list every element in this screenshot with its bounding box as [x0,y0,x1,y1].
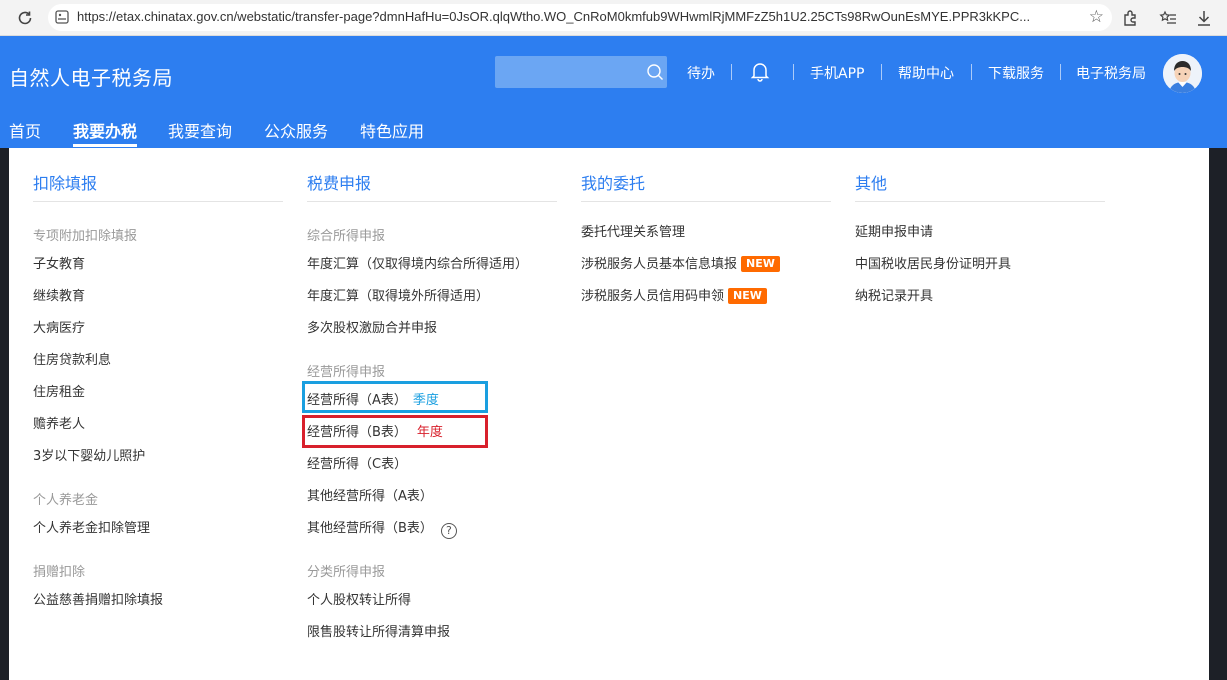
section-title: 分类所得申报 [307,565,386,580]
menu-item-pension-deduction[interactable]: 个人养老金扣除管理 [33,520,150,538]
nav-tax-handling[interactable]: 我要办税 [73,118,137,142]
menu-item-label: 其他经营所得（B表） [307,521,433,536]
site-title[interactable]: 自然人电子税务局 [9,62,173,91]
menu-item-child-education[interactable]: 子女教育 [33,256,85,274]
menu-item-business-income-c[interactable]: 经营所得（C表） [307,456,407,474]
divider [971,64,972,80]
divider [1060,64,1061,80]
menu-item-equity-transfer[interactable]: 个人股权转让所得 [307,592,411,610]
menu-item-housing-rent[interactable]: 住房租金 [33,384,85,402]
divider [855,201,1105,202]
download-service-link[interactable]: 下载服务 [988,63,1044,83]
menu-item-label: 涉税服务人员信用码申领 [581,289,725,304]
menu-item-tax-residency-cert[interactable]: 中国税收居民身份证明开具 [855,256,1011,274]
search-icon[interactable] [646,63,664,81]
help-center-link[interactable]: 帮助中心 [898,63,954,83]
menu-item-mortgage-interest[interactable]: 住房贷款利息 [33,352,111,370]
section-title: 捐赠扣除 [33,565,86,580]
user-avatar[interactable] [1163,54,1202,93]
reload-icon[interactable] [14,7,36,29]
site-header: 自然人电子税务局 待办 手机APP 帮助中心 下载服务 电子税务局 首页 我要办… [0,36,1227,148]
nav-public-service[interactable]: 公众服务 [264,118,328,142]
menu-item-infant-care[interactable]: 3岁以下婴幼儿照护 [33,448,145,466]
menu-item-other-business-b[interactable]: 其他经营所得（B表）? [307,520,457,539]
menu-item-charity-donation[interactable]: 公益慈善捐赠扣除填报 [33,592,163,610]
section-title: 个人养老金 [33,493,99,508]
section-title: 专项附加扣除填报 [33,229,138,244]
favorites-icon[interactable] [1157,7,1179,29]
menu-col-delegation-title[interactable]: 我的委托 [581,170,645,194]
nav-special-apps[interactable]: 特色应用 [360,118,424,142]
mega-menu-panel: 扣除填报 专项附加扣除填报 子女教育 继续教育 大病医疗 住房贷款利息 住房租金… [9,148,1209,680]
divider [581,201,831,202]
todo-link[interactable]: 待办 [687,63,715,83]
menu-item-agency-management[interactable]: 委托代理关系管理 [581,224,685,242]
menu-item-medical[interactable]: 大病医疗 [33,320,85,338]
nav-home[interactable]: 首页 [9,118,41,142]
divider [731,64,732,80]
menu-item-label: 涉税服务人员基本信息填报 [581,257,738,272]
highlight-box-red [302,415,488,448]
menu-item-tax-record[interactable]: 纳税记录开具 [855,288,933,306]
menu-item-elderly-support[interactable]: 赡养老人 [33,416,85,434]
extensions-icon[interactable] [1119,7,1141,29]
menu-item-deferred-filing[interactable]: 延期申报申请 [855,224,933,242]
address-bar[interactable]: https://etax.chinatax.gov.cn/webstatic/t… [48,4,1112,31]
menu-item-annual-settlement-foreign[interactable]: 年度汇算（取得境外所得适用） [307,288,489,306]
search-input[interactable] [495,56,667,88]
divider [307,201,557,202]
menu-item-credit-code[interactable]: 涉税服务人员信用码申领 NEW [581,288,767,306]
etax-bureau-link[interactable]: 电子税务局 [1076,63,1146,83]
url-text[interactable]: https://etax.chinatax.gov.cn/webstatic/t… [77,9,1077,24]
help-icon[interactable]: ? [440,523,457,539]
menu-item-restricted-stock[interactable]: 限售股转让所得清算申报 [307,624,450,642]
menu-item-tax-staff-info[interactable]: 涉税服务人员基本信息填报 NEW [581,256,780,274]
section-title: 经营所得申报 [307,365,386,380]
divider [33,201,283,202]
menu-item-equity-incentive[interactable]: 多次股权激励合并申报 [307,320,437,338]
highlight-box-blue [302,381,488,413]
divider [881,64,882,80]
new-badge: NEW [728,288,767,304]
favorite-star-icon[interactable]: ☆ [1089,8,1104,27]
divider [793,64,794,80]
download-icon[interactable] [1193,7,1215,29]
section-title: 综合所得申报 [307,229,386,244]
browser-toolbar: https://etax.chinatax.gov.cn/webstatic/t… [0,0,1227,36]
menu-col-deduction-title[interactable]: 扣除填报 [33,170,97,194]
new-badge: NEW [741,256,780,272]
mobile-app-link[interactable]: 手机APP [810,63,864,83]
site-info-icon[interactable] [54,9,70,25]
menu-item-other-business-a[interactable]: 其他经营所得（A表） [307,488,433,506]
active-nav-indicator [73,144,137,147]
menu-col-tax-filing-title[interactable]: 税费申报 [307,170,371,194]
menu-col-other-title[interactable]: 其他 [855,170,887,194]
nav-query[interactable]: 我要查询 [168,118,232,142]
bell-icon[interactable] [749,60,771,82]
menu-item-continuing-education[interactable]: 继续教育 [33,288,85,306]
menu-item-annual-settlement-domestic[interactable]: 年度汇算（仅取得境内综合所得适用） [307,256,528,274]
